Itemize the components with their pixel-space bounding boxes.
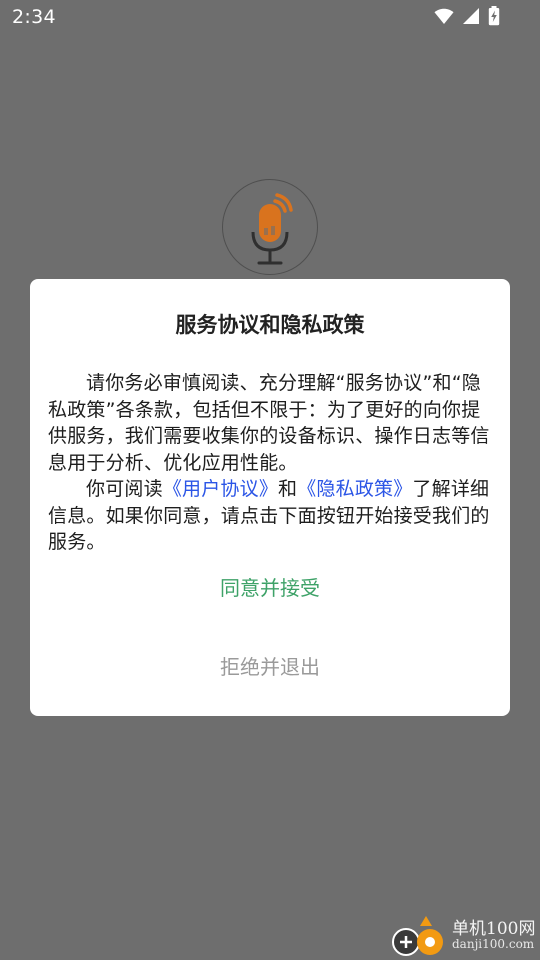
privacy-dialog: 服务协议和隐私政策 请你务必审慎阅读、充分理解“服务协议”和“隐私政策”各条款，… [30,279,510,716]
status-bar: 2:34 [0,0,540,36]
reject-button[interactable]: 拒绝并退出 [30,649,510,685]
wifi-icon [434,7,454,29]
app-logo [222,179,318,275]
status-time: 2:34 [12,6,56,28]
paragraph2-prefix: 你可阅读 [86,478,163,500]
watermark: 单机100网 danji100.com [386,912,536,958]
accept-button[interactable]: 同意并接受 [30,570,510,606]
dialog-paragraph-1: 请你务必审慎阅读、充分理解“服务协议”和“隐私政策”各条款，包括但不限于：为了更… [48,372,490,474]
user-agreement-link[interactable]: 《用户协议》 [163,478,278,500]
watermark-logo-icon [392,916,443,956]
dialog-body: 请你务必审慎阅读、充分理解“服务协议”和“隐私政策”各条款，包括但不限于：为了更… [48,370,492,556]
dialog-title: 服务协议和隐私政策 [175,313,365,337]
watermark-name: 单机100网 [452,919,536,939]
battery-charging-icon [488,6,500,30]
microphone-recorder-icon [251,193,293,265]
watermark-url: danji100.com [452,937,535,951]
privacy-policy-link[interactable]: 《隐私政策》 [297,478,412,500]
dialog-paragraph-2: 你可阅读《用户协议》和《隐私政策》了解详细信息。如果你同意，请点击下面按钮开始接… [48,476,492,556]
status-icons [434,6,500,30]
paragraph2-middle: 和 [278,478,298,500]
cellular-signal-icon [462,7,480,29]
